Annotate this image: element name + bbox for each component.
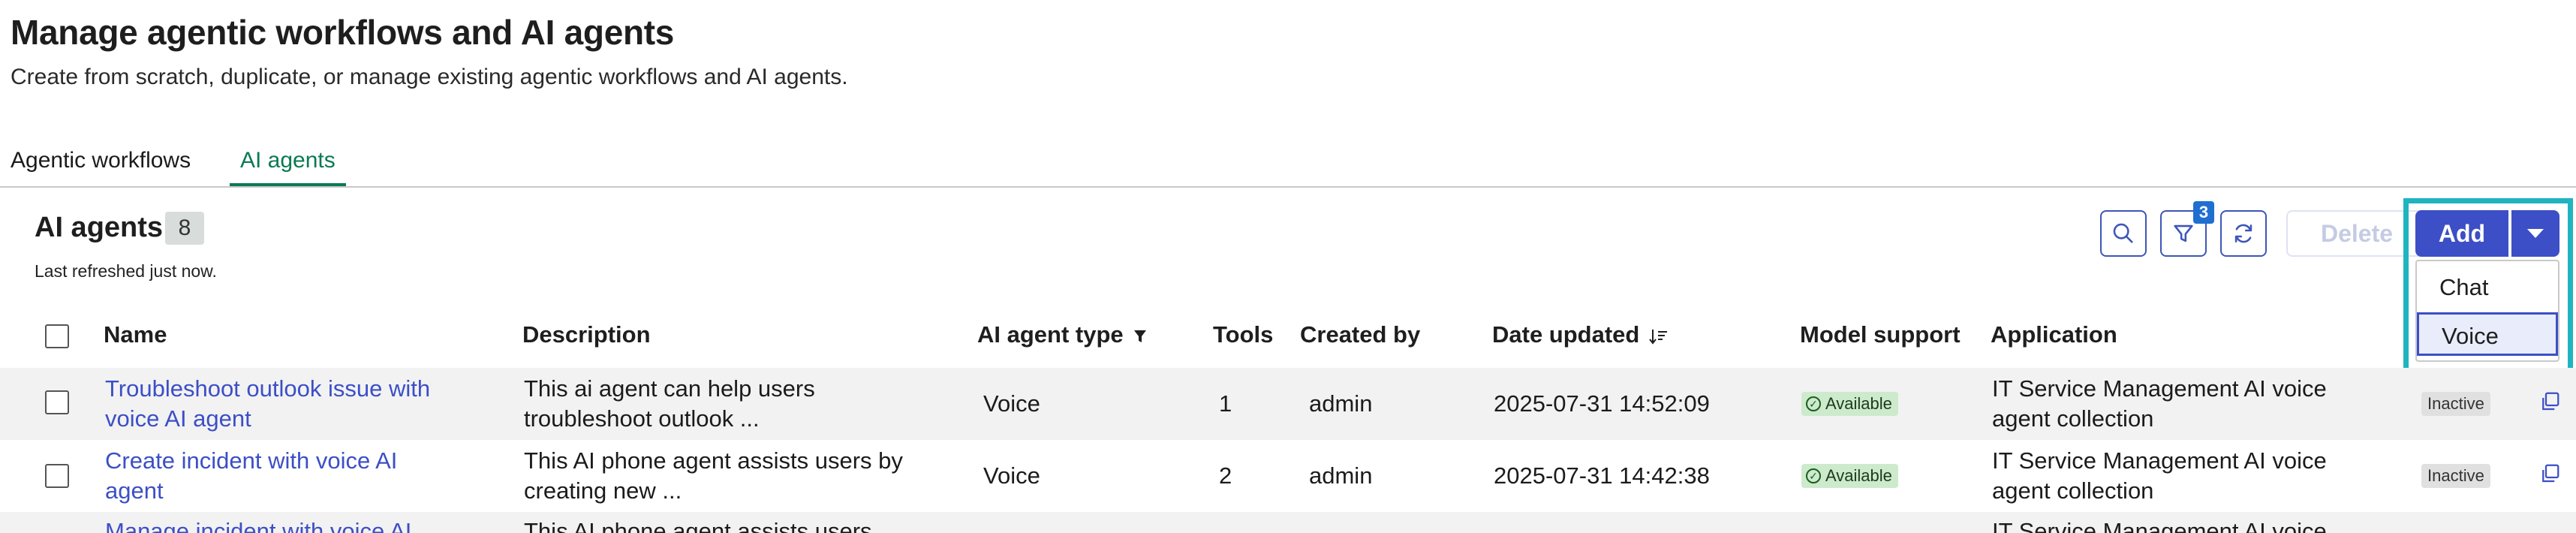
column-filter-icon xyxy=(1134,330,1147,342)
agent-name-line: Troubleshoot outlook issue with xyxy=(105,375,431,402)
row-checkbox[interactable] xyxy=(45,390,69,414)
search-icon xyxy=(2113,223,2133,243)
table-row: Manage incident with voice AI This AI ph… xyxy=(0,512,2576,533)
menu-item-chat[interactable]: Chat xyxy=(2417,266,2558,309)
agent-name-line: Create incident with voice AI xyxy=(105,447,398,474)
row-checkbox[interactable] xyxy=(45,464,69,488)
tab-agentic-workflows[interactable]: Agentic workflows xyxy=(0,146,201,186)
application-line: agent collection xyxy=(1992,477,2154,504)
agent-name-link[interactable]: Troubleshoot outlook issue with voice AI… xyxy=(105,374,430,434)
description-cell: This ai agent can help users troubleshoo… xyxy=(524,374,815,434)
description-cell: This AI phone agent assists users by cre… xyxy=(524,446,903,506)
description-line: creating new ... xyxy=(524,477,682,504)
search-button[interactable] xyxy=(2100,210,2147,257)
filter-icon xyxy=(2174,224,2193,242)
select-all-checkbox[interactable] xyxy=(45,324,69,348)
agent-name-link[interactable]: Create incident with voice AI agent xyxy=(105,446,397,506)
tools-cell: 1 xyxy=(1219,390,1232,417)
tab-ai-agents[interactable]: AI agents xyxy=(230,146,346,186)
application-cell: IT Service Management AI voice agent col… xyxy=(1992,374,2327,434)
add-dropdown-toggle[interactable] xyxy=(2511,210,2559,257)
application-cell: IT Service Management AI voice xyxy=(1992,518,2327,533)
application-line: agent collection xyxy=(1992,405,2154,432)
column-header-date-updated-label: Date updated xyxy=(1492,321,1640,348)
column-header-tools[interactable]: Tools xyxy=(1213,321,1273,348)
status-badge: Inactive xyxy=(2421,464,2490,488)
add-dropdown-menu: Chat Voice xyxy=(2415,260,2559,362)
date-updated-cell: 2025-07-31 14:52:09 xyxy=(1494,390,1710,417)
menu-item-voice[interactable]: Voice xyxy=(2417,312,2558,356)
count-badge: 8 xyxy=(165,212,204,245)
column-header-application[interactable]: Application xyxy=(1991,321,2117,348)
created-by-cell: admin xyxy=(1309,390,1373,417)
application-line: IT Service Management AI voice xyxy=(1992,447,2327,474)
model-support-badge: ✓ Available xyxy=(1801,392,1898,416)
model-support-badge: ✓ Available xyxy=(1801,464,1898,488)
column-header-name[interactable]: Name xyxy=(104,321,167,348)
page-title: Manage agentic workflows and AI agents xyxy=(11,13,675,52)
description-cell: This AI phone agent assists users xyxy=(524,518,872,533)
page-subtitle: Create from scratch, duplicate, or manag… xyxy=(11,65,848,89)
filter-button[interactable]: 3 xyxy=(2160,201,2214,257)
refresh-icon xyxy=(2234,224,2252,243)
add-button[interactable]: Add xyxy=(2415,210,2508,257)
description-line: troubleshoot outlook ... xyxy=(524,405,760,432)
column-header-description[interactable]: Description xyxy=(522,321,651,348)
date-updated-cell: 2025-07-31 14:42:38 xyxy=(1494,462,1710,489)
tools-cell: 2 xyxy=(1219,462,1232,489)
agent-name-line: agent xyxy=(105,477,164,504)
column-header-ai-agent-type-label: AI agent type xyxy=(977,321,1124,348)
column-header-model-support[interactable]: Model support xyxy=(1800,321,1961,348)
description-line: This AI phone agent assists users by xyxy=(524,447,903,474)
agent-name-line: voice AI agent xyxy=(105,405,251,432)
table-row: Troubleshoot outlook issue with voice AI… xyxy=(0,368,2576,440)
check-circle-icon: ✓ xyxy=(1806,396,1821,411)
sort-descending-icon xyxy=(1649,329,1667,345)
refresh-button[interactable] xyxy=(2220,210,2267,257)
agent-type-cell: Voice xyxy=(983,390,1040,417)
table-row: Create incident with voice AI agent This… xyxy=(0,440,2576,512)
agent-name-link[interactable]: Manage incident with voice AI xyxy=(105,516,411,533)
tab-bar: Agentic workflows AI agents xyxy=(0,143,2576,188)
column-header-ai-agent-type[interactable]: AI agent type xyxy=(977,321,1148,348)
status-badge: Inactive xyxy=(2421,392,2490,416)
model-support-label: Available xyxy=(1825,466,1892,485)
check-circle-icon: ✓ xyxy=(1806,468,1821,483)
created-by-cell: admin xyxy=(1309,462,1373,489)
last-refreshed-text: Last refreshed just now. xyxy=(35,261,217,281)
application-line: IT Service Management AI voice xyxy=(1992,375,2327,402)
application-cell: IT Service Management AI voice agent col… xyxy=(1992,446,2327,506)
copy-icon[interactable] xyxy=(2538,462,2561,485)
section-title: AI agents xyxy=(35,212,164,243)
model-support-label: Available xyxy=(1825,394,1892,413)
description-line: This ai agent can help users xyxy=(524,375,815,402)
column-header-created-by[interactable]: Created by xyxy=(1300,321,1420,348)
agent-type-cell: Voice xyxy=(983,462,1040,489)
column-header-date-updated[interactable]: Date updated xyxy=(1492,321,1669,348)
filter-count-badge: 3 xyxy=(2193,201,2214,224)
copy-icon[interactable] xyxy=(2538,390,2561,413)
